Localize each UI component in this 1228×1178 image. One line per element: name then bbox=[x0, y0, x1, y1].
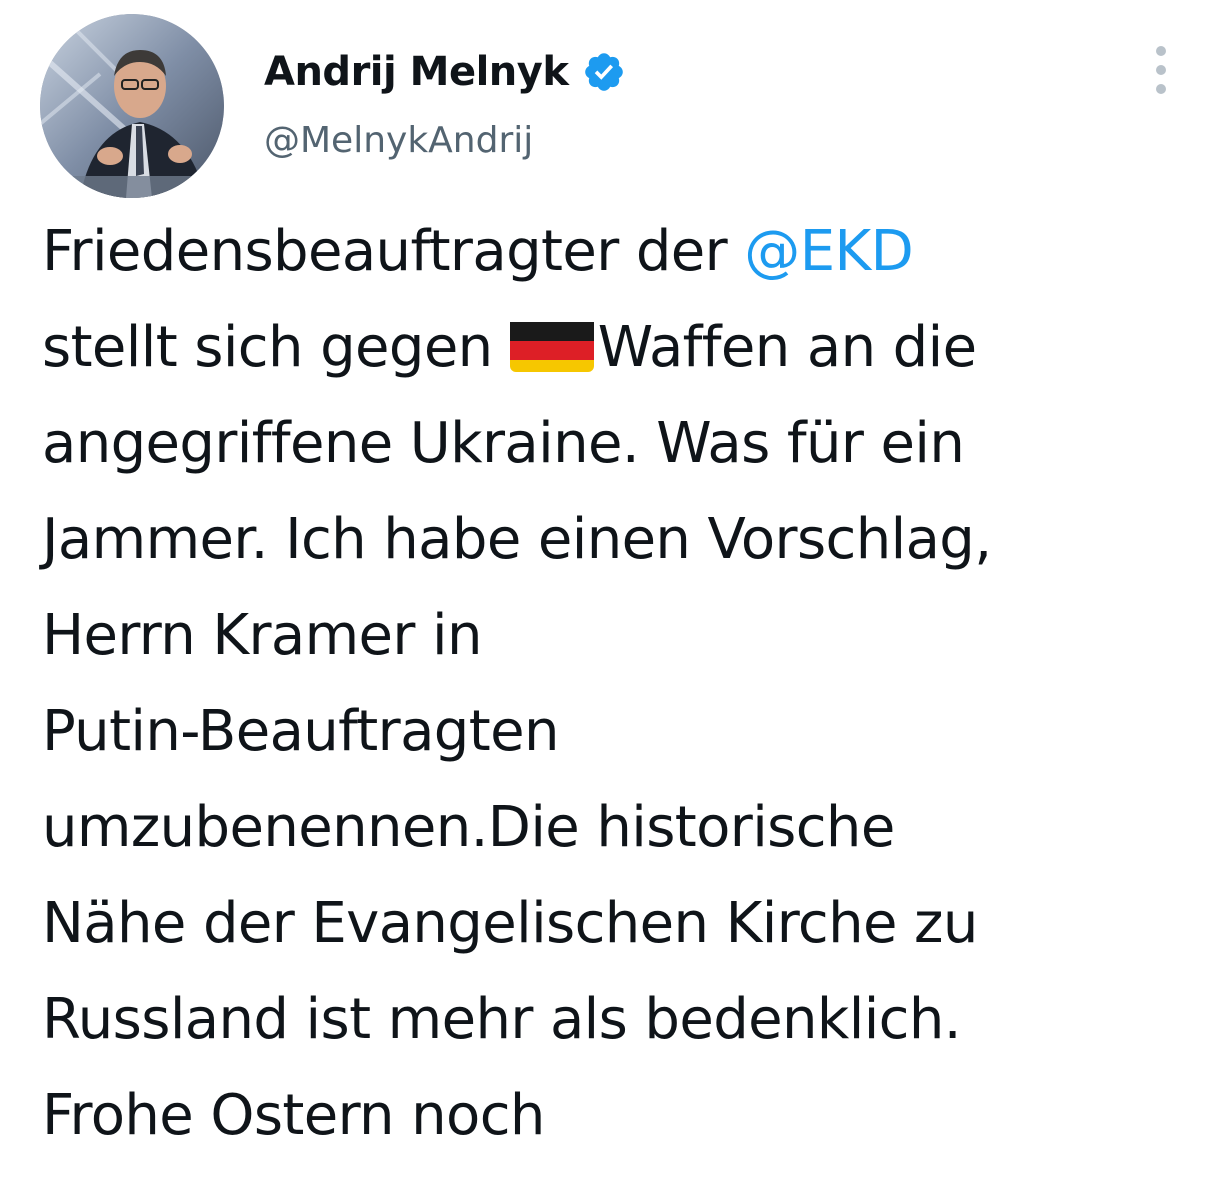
tweet-line: Herrn Kramer in bbox=[42, 603, 482, 668]
display-name[interactable]: Andrij Melnyk bbox=[264, 49, 569, 95]
line-text: stellt sich gegen bbox=[42, 315, 510, 380]
more-dot bbox=[1156, 84, 1166, 94]
tweet-line: Jammer. Ich habe einen Vorschlag, bbox=[42, 507, 992, 572]
line-text: Friedensbeauftragter der bbox=[42, 219, 745, 284]
more-dot bbox=[1156, 46, 1166, 56]
tweet-line: umzubenennen.Die historische bbox=[42, 795, 895, 860]
mention-link[interactable]: @EKD bbox=[744, 219, 913, 284]
more-options-icon[interactable] bbox=[1144, 40, 1178, 100]
tweet-text: Friedensbeauftragter der @EKD stellt sic… bbox=[42, 204, 1212, 1164]
tweet-line: Frohe Ostern noch bbox=[42, 1083, 545, 1148]
user-handle[interactable]: @MelnykAndrij bbox=[264, 120, 533, 161]
tweet-line: angegriffene Ukraine. Was für ein bbox=[42, 411, 965, 476]
line-text: Waffen an die bbox=[597, 315, 977, 380]
tweet-line: stellt sich gegen Waffen an die bbox=[42, 300, 1212, 396]
more-dot bbox=[1156, 65, 1166, 75]
tweet-line: Putin-Beauftragten bbox=[42, 699, 559, 764]
verified-badge-icon bbox=[582, 50, 626, 94]
profile-photo-image bbox=[40, 14, 224, 198]
tweet-line: Russland ist mehr als bedenklich. bbox=[42, 987, 962, 1052]
avatar[interactable] bbox=[40, 14, 224, 198]
tweet-line: Nähe der Evangelischen Kirche zu bbox=[42, 891, 978, 956]
author-row: Andrij Melnyk bbox=[264, 44, 626, 100]
tweet-line: Friedensbeauftragter der @EKD bbox=[42, 204, 1212, 300]
tweet: Andrij Melnyk @MelnykAndrij Friedensbeau… bbox=[0, 0, 1228, 1178]
germany-flag-icon bbox=[509, 314, 594, 372]
